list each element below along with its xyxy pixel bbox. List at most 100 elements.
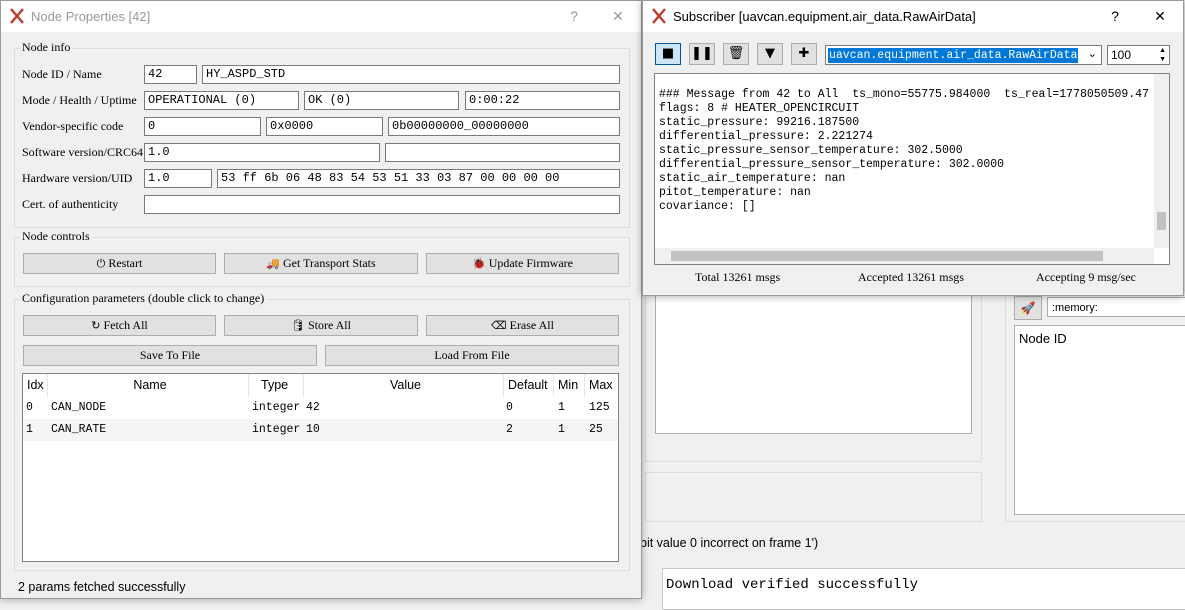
help-icon[interactable]: ? (1103, 5, 1127, 27)
filter-button[interactable]: ▼ (757, 43, 783, 65)
type-select-value: uavcan.equipment.air_data.RawAirData (828, 48, 1079, 63)
cell-default: 0 (506, 401, 513, 414)
node-id-field[interactable]: 42 (144, 65, 197, 84)
message-view[interactable]: ### Message from 42 to All ts_mono=55775… (654, 73, 1170, 265)
col-header-value[interactable]: Value (304, 374, 504, 396)
fetch-all-button[interactable]: ↻ Fetch All (23, 315, 216, 336)
hw-uid-field[interactable]: 53 ff 6b 06 48 83 54 53 51 33 03 87 00 0… (217, 169, 620, 188)
label-software: Software version/CRC64 (22, 145, 143, 159)
vertical-scrollbar[interactable] (1154, 74, 1169, 248)
count-spinbox[interactable]: 100 ▲ ▼ (1107, 45, 1170, 65)
load-from-file-button[interactable]: Load From File (325, 345, 619, 366)
label-cert: Cert. of authenticity (22, 197, 119, 211)
cell-name: CAN_NODE (51, 401, 107, 414)
cell-default: 2 (506, 423, 513, 436)
store-all-label: Store All (307, 318, 351, 332)
col-header-default[interactable]: Default (504, 374, 554, 396)
cell-idx: 1 (26, 423, 33, 436)
sw-crc-field[interactable] (385, 143, 620, 162)
refresh-icon: ↻ (91, 319, 101, 332)
col-header-max[interactable]: Max (585, 374, 618, 396)
vendor-bin-field[interactable]: 0b00000000_00000000 (388, 117, 620, 136)
cell-idx: 0 (26, 401, 33, 414)
eraser-icon: ⌫ (491, 319, 507, 332)
horizontal-scrollbar[interactable] (655, 248, 1154, 264)
clear-button[interactable]: 🗑 (723, 43, 749, 65)
truck-icon: 🚚 (266, 257, 280, 270)
col-header-idx[interactable]: Idx (23, 374, 48, 396)
cell-type: integer (252, 423, 301, 436)
uptime-field[interactable]: 0:00:22 (465, 91, 620, 110)
hw-version-field[interactable]: 1.0 (144, 169, 212, 188)
table-row[interactable]: 1 CAN_RATE integer 10 2 1 25 (23, 419, 618, 441)
close-icon[interactable]: ✕ (606, 5, 630, 27)
erase-all-button[interactable]: ⌫ Erase All (426, 315, 619, 336)
message-line: flags: 8 # HEATER_OPENCIRCUIT (659, 102, 860, 115)
restart-button[interactable]: ⏻ Restart (23, 253, 216, 274)
subscriber-titlebar[interactable]: Subscriber [uavcan.equipment.air_data.Ra… (643, 1, 1183, 32)
label-id-name: Node ID / Name (22, 67, 102, 81)
transport-stats-button[interactable]: 🚚 Get Transport Stats (224, 253, 418, 274)
update-firmware-button[interactable]: 🐞 Update Firmware (426, 253, 619, 274)
type-select[interactable]: uavcan.equipment.air_data.RawAirData ⌄ (825, 45, 1102, 65)
node-properties-titlebar[interactable]: Node Properties [42] ? ✕ (1, 1, 641, 32)
transport-stats-label: Get Transport Stats (283, 256, 376, 270)
col-header-type[interactable]: Type (249, 374, 304, 396)
table-row[interactable]: 0 CAN_NODE integer 42 0 1 125 (23, 397, 618, 419)
console-box: Download verified successfully (662, 568, 1185, 610)
bug-icon: 🐞 (471, 257, 486, 270)
pause-button[interactable]: ❚❚ (689, 43, 715, 65)
help-icon[interactable]: ? (562, 5, 586, 27)
restart-label: Restart (108, 256, 143, 270)
health-field[interactable]: OK (0) (304, 91, 459, 110)
label-mode: Mode / Health / Uptime (22, 93, 137, 107)
vertical-scroll-thumb[interactable] (1157, 212, 1166, 230)
message-line: covariance: [] (659, 200, 756, 213)
rocket-icon[interactable]: 🚀 (1014, 296, 1042, 320)
node-list[interactable]: Node ID (1014, 325, 1185, 515)
col-header-min[interactable]: Min (554, 374, 585, 396)
node-name-field[interactable]: HY_ASPD_STD (202, 65, 620, 84)
rate-stat: Accepting 9 msg/sec (1036, 270, 1136, 284)
message-line: ### Message from 42 to All ts_mono=55775… (659, 88, 1149, 101)
memory-input[interactable]: :memory: (1047, 297, 1185, 317)
cell-max: 125 (589, 401, 610, 414)
cert-field[interactable] (144, 195, 620, 214)
filter-icon: ▼ (765, 46, 775, 61)
cell-min: 1 (558, 401, 565, 414)
spin-arrows-icon[interactable]: ▲ ▼ (1159, 46, 1166, 64)
save-to-file-button[interactable]: Save To File (23, 345, 317, 366)
message-line: static_pressure_sensor_temperature: 302.… (659, 144, 963, 157)
cell-value: 10 (306, 423, 320, 436)
accepted-stat: Accepted 13261 msgs (858, 270, 964, 284)
vendor-hex-field[interactable]: 0x0000 (266, 117, 383, 136)
pause-icon: ❚❚ (691, 46, 713, 61)
cell-max: 25 (589, 423, 603, 436)
cell-value: 42 (306, 401, 320, 414)
erase-all-label: Erase All (509, 318, 554, 332)
close-icon[interactable]: ✕ (1148, 5, 1172, 27)
power-icon: ⏻ (96, 257, 106, 270)
node-id-header: Node ID (1019, 331, 1067, 346)
config-label: Configuration parameters (double click t… (20, 291, 267, 306)
store-all-button[interactable]: 🛢 Store All (224, 315, 418, 336)
bg-panel-bottom (645, 472, 982, 522)
sw-version-field[interactable]: 1.0 (144, 143, 380, 162)
update-firmware-label: Update Firmware (488, 256, 573, 270)
col-header-name[interactable]: Name (48, 374, 249, 396)
label-hardware: Hardware version/UID (22, 171, 133, 185)
message-line: static_pressure: 99216.187500 (659, 116, 860, 129)
cell-type: integer (252, 401, 301, 414)
bg-list-box[interactable] (655, 295, 972, 434)
message-line: static_air_temperature: nan (659, 172, 846, 185)
vendor-dec-field[interactable]: 0 (144, 117, 261, 136)
app-logo-icon (652, 8, 666, 24)
log-text: bit value 0 incorrect on frame 1') (640, 536, 819, 550)
status-message: 2 params fetched successfully (18, 580, 186, 594)
horizontal-scroll-thumb[interactable] (671, 251, 1103, 261)
label-vendor: Vendor-specific code (22, 119, 124, 133)
message-line: pitot_temperature: nan (659, 186, 811, 199)
record-button[interactable]: ■ (655, 43, 681, 65)
plugin-button[interactable]: ✚ (791, 43, 817, 65)
mode-field[interactable]: OPERATIONAL (0) (144, 91, 299, 110)
